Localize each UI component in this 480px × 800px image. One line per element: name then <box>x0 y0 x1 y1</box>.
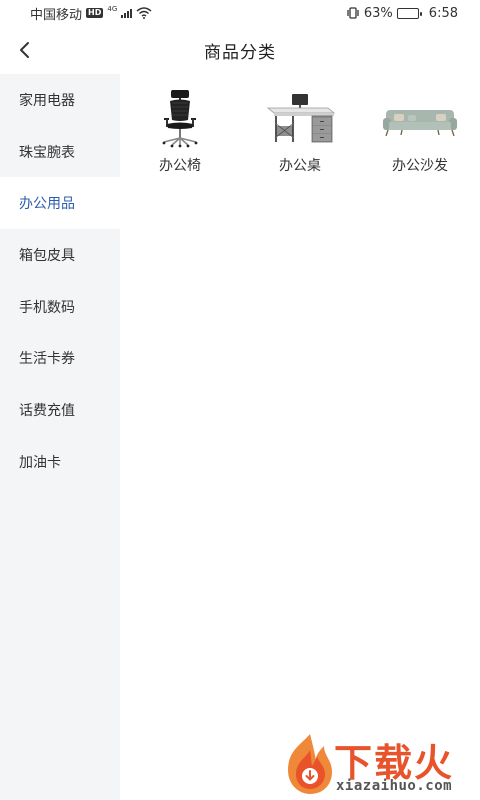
status-right: 63% 6:58 <box>346 6 458 21</box>
sidebar-item-label: 手机数码 <box>19 299 75 316</box>
carrier-name: 中国移动 <box>30 7 83 23</box>
nav-header: 商品分类 <box>0 26 480 74</box>
battery-percent: 63% <box>363 5 393 21</box>
page-title: 商品分类 <box>204 42 276 63</box>
network-type: 4G <box>107 5 118 13</box>
sidebar-item-label: 办公用品 <box>19 196 75 213</box>
hd-badge: HD <box>86 8 104 18</box>
product-label: 办公沙发 <box>392 158 448 174</box>
office-sofa-image <box>377 88 463 148</box>
sidebar-item-fuelcard[interactable]: 加油卡 <box>0 436 120 488</box>
product-office-desk[interactable]: 办公桌 <box>240 88 360 175</box>
sidebar-item-digital[interactable]: 手机数码 <box>0 281 120 333</box>
product-grid: 办公椅 办公桌 办公沙发 <box>120 74 480 175</box>
watermark-url: xiazaihuo.com <box>336 778 453 794</box>
sidebar-item-office[interactable]: 办公用品 <box>0 177 120 230</box>
sidebar-item-appliances[interactable]: 家用电器 <box>0 74 120 126</box>
office-desk-image <box>257 88 343 148</box>
sidebar-item-label: 箱包皮具 <box>19 247 75 264</box>
signal-icon <box>121 8 133 18</box>
clock: 6:58 <box>428 5 458 21</box>
sidebar-item-vouchers[interactable]: 生活卡券 <box>0 332 120 384</box>
status-left: 中国移动 HD 4G <box>30 4 152 23</box>
sidebar-item-label: 加油卡 <box>19 454 61 471</box>
product-label: 办公桌 <box>279 158 321 174</box>
product-office-chair[interactable]: 办公椅 <box>120 88 240 175</box>
sidebar-item-jewelry[interactable]: 珠宝腕表 <box>0 126 120 178</box>
sidebar-item-label: 珠宝腕表 <box>19 144 75 161</box>
flame-logo-icon <box>288 734 332 794</box>
sidebar-item-label: 生活卡券 <box>19 351 75 368</box>
sidebar-item-bags[interactable]: 箱包皮具 <box>0 229 120 281</box>
sidebar-item-label: 话费充值 <box>19 402 75 419</box>
vibrate-icon <box>347 7 359 19</box>
product-office-sofa[interactable]: 办公沙发 <box>360 88 480 175</box>
back-button[interactable] <box>10 36 38 64</box>
product-panel: 办公椅 办公桌 办公沙发 <box>120 74 480 800</box>
battery-icon <box>396 7 422 19</box>
sidebar-item-label: 家用电器 <box>19 92 75 109</box>
office-chair-image <box>137 88 223 148</box>
product-label: 办公椅 <box>159 158 201 174</box>
chevron-left-icon <box>20 42 29 58</box>
wifi-icon <box>136 7 152 19</box>
category-sidebar: 家用电器 珠宝腕表 办公用品 箱包皮具 手机数码 生活卡券 话费充值 加油卡 <box>0 74 120 800</box>
watermark-logo: 下载火 xiazaihuo.com <box>280 732 476 798</box>
sidebar-item-topup[interactable]: 话费充值 <box>0 384 120 436</box>
status-bar: 中国移动 HD 4G 63% 6:58 <box>0 0 480 26</box>
